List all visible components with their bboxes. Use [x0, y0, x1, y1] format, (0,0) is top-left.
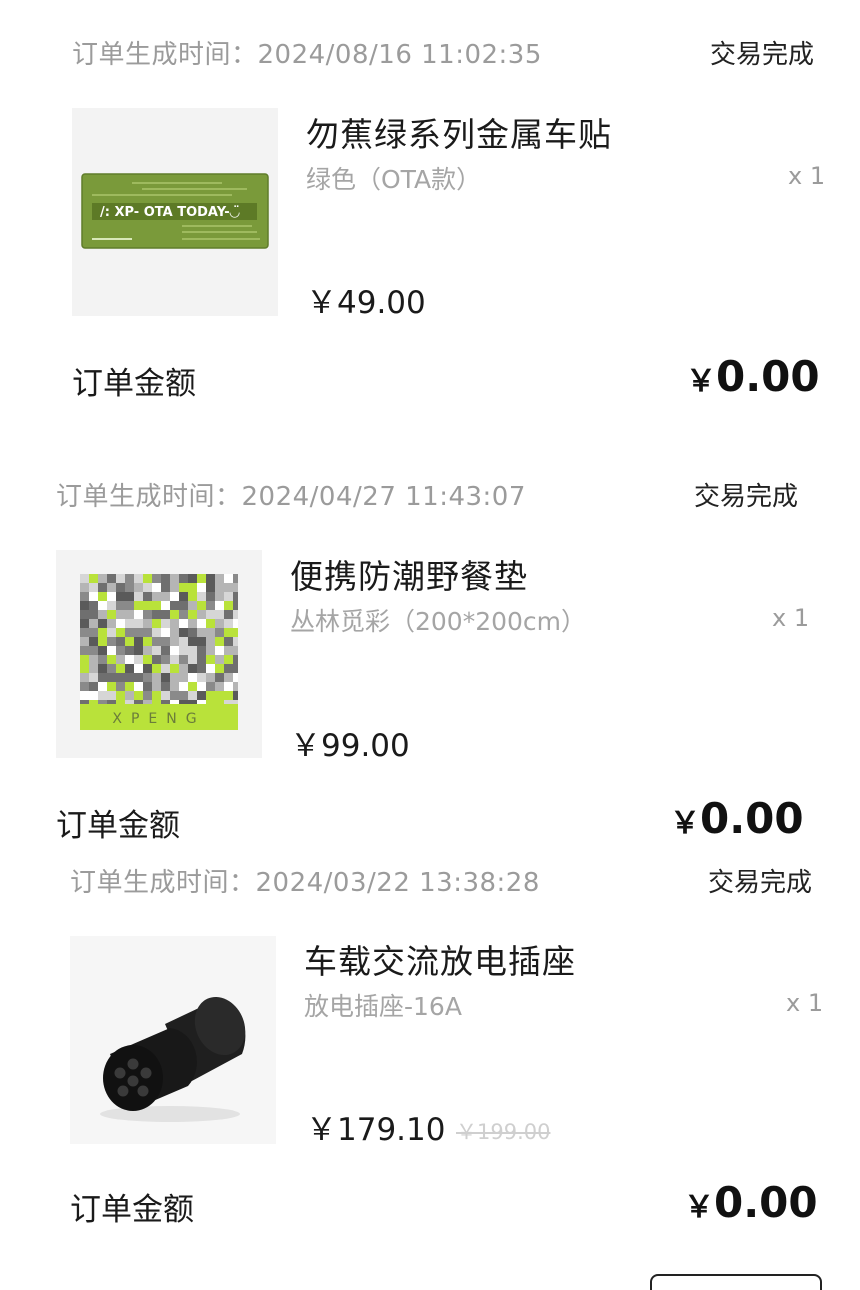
product-image[interactable]: /: XP- OTA TODAY-◡̈ [72, 108, 278, 316]
total-value: 0.00 [700, 794, 804, 843]
order-action-button[interactable] [650, 1274, 822, 1290]
order-total-label: 订单金额 [70, 1192, 194, 1228]
order-status: 交易完成 [708, 868, 813, 898]
order-created-time: 订单生成时间：2024/08/16 11:02:35 [72, 40, 542, 70]
product-title[interactable]: 车载交流放电插座 [304, 935, 576, 983]
product-title[interactable]: 勿蕉绿系列金属车贴 [306, 108, 612, 156]
discharge-socket-image [70, 936, 276, 1144]
currency-symbol: ￥ [686, 364, 716, 399]
product-quantity: x 1 [786, 989, 824, 1017]
order-list: 订单生成时间：2024/08/16 11:02:35 交易完成 /: XP- O… [0, 0, 860, 1290]
product-variant: 丛林觅彩（200*200cm） [290, 607, 587, 636]
currency-symbol: ￥ [670, 806, 700, 841]
order-total-label: 订单金额 [56, 808, 180, 844]
order-total-label: 订单金额 [72, 366, 196, 402]
product-variant: 放电插座-16A [304, 992, 462, 1021]
product-price: ￥49.00 [306, 285, 426, 321]
product-price: ￥99.00 [290, 728, 410, 764]
sticker-text: /: XP- OTA TODAY-◡̈ [100, 205, 240, 220]
sticker-image: /: XP- OTA TODAY-◡̈ [72, 108, 278, 316]
original-price: ￥199.00 [456, 1120, 551, 1144]
product-quantity: x 1 [788, 162, 826, 190]
currency-symbol: ￥ [684, 1190, 714, 1225]
total-value: 0.00 [714, 1178, 818, 1227]
order-status: 交易完成 [710, 40, 815, 70]
order-card[interactable]: 订单生成时间：2024/08/16 11:02:35 交易完成 /: XP- O… [0, 0, 860, 420]
product-image[interactable] [70, 936, 276, 1144]
order-status: 交易完成 [694, 482, 799, 512]
order-created-time: 订单生成时间：2024/04/27 11:43:07 [56, 482, 526, 512]
picnic-mat-image: XPENG [56, 550, 262, 758]
order-total-amount: ￥0.00 [670, 794, 804, 843]
product-variant: 绿色（OTA款） [306, 165, 482, 194]
product-title[interactable]: 便携防潮野餐垫 [290, 550, 528, 598]
mat-brand-text: XPENG [112, 711, 205, 727]
order-created-time: 订单生成时间：2024/03/22 13:38:28 [70, 868, 540, 898]
product-image[interactable]: XPENG [56, 550, 262, 758]
product-quantity: x 1 [772, 604, 810, 632]
order-total-amount: ￥0.00 [684, 1178, 818, 1227]
total-value: 0.00 [716, 352, 820, 401]
order-total-amount: ￥0.00 [686, 352, 820, 401]
product-price: ￥179.10 [306, 1112, 446, 1148]
